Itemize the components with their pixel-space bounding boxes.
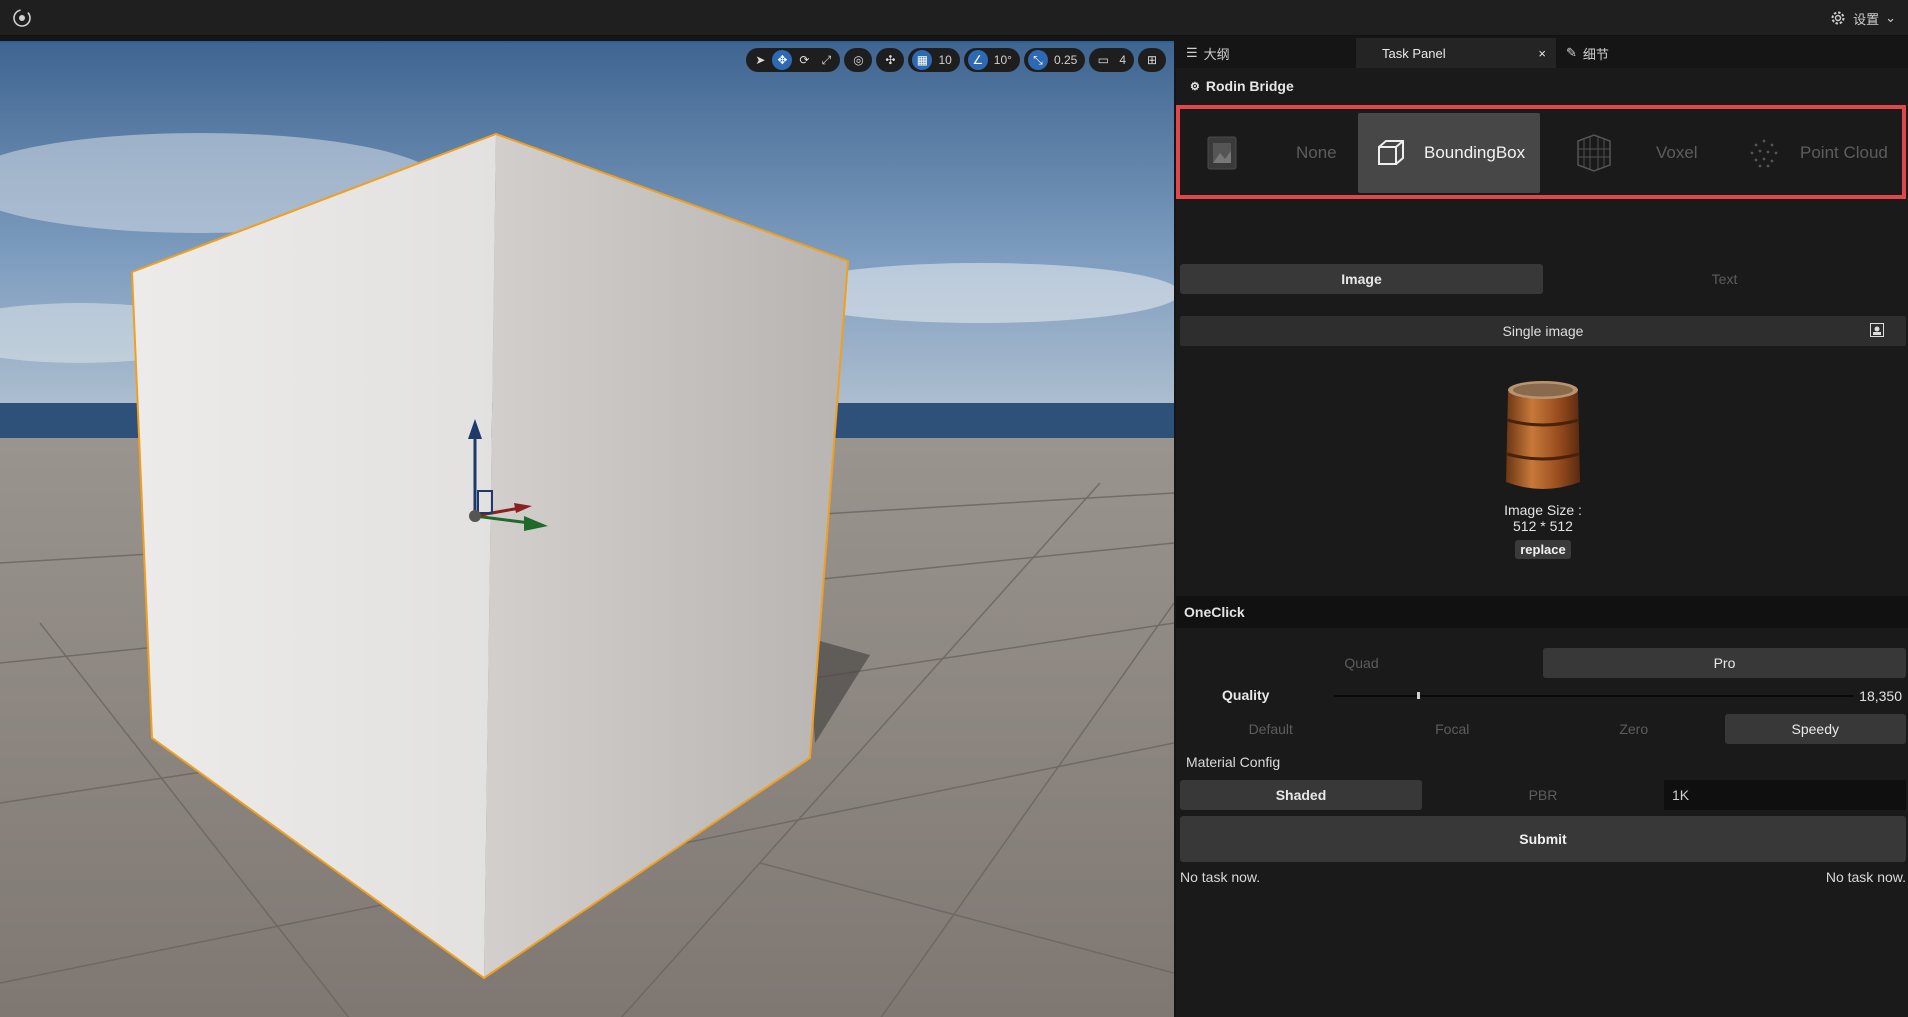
point-cloud-icon [1750, 139, 1778, 168]
mode-voxel-label: Voxel [1656, 143, 1698, 162]
mode-point-cloud-label: Point Cloud [1800, 143, 1888, 162]
settings-label: 设置 [1853, 11, 1880, 27]
image-size-info: Image Size : 512 * 512 [1446, 502, 1640, 534]
tab-task-panel-label: Task Panel [1382, 45, 1446, 61]
preset-speedy-button[interactable]: Speedy [1724, 714, 1906, 744]
grid-snap-group[interactable]: ▦ 10 [908, 48, 960, 72]
tab-details-label: 细节 [1582, 46, 1609, 62]
tab-outliner-label: 大纲 [1203, 46, 1230, 62]
pbr-button[interactable]: PBR [1422, 780, 1664, 810]
quality-label: Quality [1222, 687, 1270, 703]
quad-button[interactable]: Quad [1180, 648, 1543, 678]
tier-toggle: Quad Pro [1180, 648, 1906, 678]
submit-button[interactable]: Submit [1180, 816, 1906, 862]
oneclick-section-header[interactable]: OneClick [1176, 596, 1908, 628]
task-status-left: No task now. [1180, 869, 1261, 885]
input-type-toggle: Image Text [1180, 264, 1906, 294]
right-panel: ☰ 大纲 Task Panel × ✎ 细节 ⚙ Rodin Bridge No… [1176, 38, 1908, 1017]
settings-button[interactable]: 设置 ⌄ [1829, 8, 1896, 28]
preset-focal-button[interactable]: Focal [1362, 714, 1544, 744]
pro-button[interactable]: Pro [1543, 648, 1906, 678]
surface-snap-icon[interactable]: ✣ [880, 50, 900, 70]
mode-voxel[interactable]: Voxel [1574, 113, 1744, 193]
close-icon[interactable]: × [1538, 46, 1546, 61]
task-status-right: No task now. [1825, 869, 1906, 885]
text-toggle-button[interactable]: Text [1543, 264, 1906, 294]
viewport-scene[interactable] [0, 43, 1174, 1017]
generation-mode-selector: None BoundingBox Voxel Point Cloud [1176, 105, 1906, 199]
image-size-value: 512 * 512 [1513, 518, 1573, 534]
mode-none-label: None [1296, 143, 1337, 162]
panel-tab-bar: ☰ 大纲 Task Panel × ✎ 细节 [1176, 38, 1908, 68]
chevron-down-icon: ⌄ [1885, 10, 1896, 25]
image-upload-icon[interactable] [1870, 323, 1884, 337]
rodin-logo-icon: ⚙ [1190, 80, 1200, 93]
single-image-dropdown[interactable]: Single image [1180, 316, 1906, 346]
unreal-logo-icon[interactable] [12, 8, 32, 28]
cube-outline-icon [1378, 140, 1404, 165]
outliner-icon: ☰ [1186, 45, 1198, 60]
angle-snap-value[interactable]: 10° [990, 53, 1016, 67]
surface-snap-group: ✣ [876, 48, 905, 72]
world-space-icon[interactable]: ◎ [848, 50, 868, 70]
image-icon [1207, 136, 1237, 170]
voxel-grid-icon [1577, 134, 1611, 172]
oneclick-label: OneClick [1184, 604, 1245, 620]
preset-toggle: Default Focal Zero Speedy [1180, 714, 1906, 744]
reference-image-thumbnail [1506, 381, 1580, 489]
preset-default-button[interactable]: Default [1180, 714, 1362, 744]
angle-snap-icon[interactable]: ∠ [967, 50, 988, 70]
mode-boundingbox[interactable]: BoundingBox [1358, 113, 1540, 193]
layout-group: ⊞ [1138, 48, 1166, 72]
replace-button[interactable]: replace [1515, 540, 1571, 559]
camera-icon[interactable]: ▭ [1093, 50, 1113, 70]
image-toggle-button[interactable]: Image [1180, 264, 1543, 294]
top-bar: 设置 ⌄ [0, 0, 1908, 36]
quality-value[interactable]: 18,350 [1859, 688, 1902, 704]
panel-title-text: Rodin Bridge [1205, 78, 1294, 94]
mode-none[interactable]: None [1206, 113, 1352, 193]
scale-snap-value[interactable]: 0.25 [1050, 53, 1081, 67]
tab-outliner[interactable]: ☰ 大纲 [1176, 38, 1356, 68]
grid-snap-icon[interactable]: ▦ [912, 50, 933, 70]
tab-details[interactable]: ✎ 细节 [1556, 38, 1619, 68]
viewport-toolbar: ➤ ✥ ⟳ ⤢ ◎ ✣ ▦ 10 ∠ 10° ⤡ 0.25 ▭ 4 ⊞ [746, 47, 1166, 73]
image-size-label: Image Size : [1504, 502, 1582, 518]
viewport-layout-icon[interactable]: ⊞ [1142, 50, 1162, 70]
scale-snap-group[interactable]: ⤡ 0.25 [1023, 48, 1086, 72]
camera-speed-group[interactable]: ▭ 4 [1089, 48, 1134, 72]
quality-slider-thumb[interactable] [1417, 692, 1420, 699]
coordinate-space-group: ◎ [844, 48, 873, 72]
select-mode-icon[interactable]: ➤ [750, 50, 770, 70]
rotate-mode-icon[interactable]: ⟳ [794, 50, 814, 70]
gear-icon [1831, 11, 1845, 25]
grid-snap-value[interactable]: 10 [934, 53, 955, 67]
panel-title: ⚙ Rodin Bridge [1190, 78, 1294, 94]
material-config-label: Material Config [1186, 754, 1281, 770]
transform-mode-group: ➤ ✥ ⟳ ⤢ [746, 48, 841, 72]
pencil-icon: ✎ [1566, 45, 1577, 60]
scale-mode-icon[interactable]: ⤢ [816, 50, 836, 70]
mode-boundingbox-label: BoundingBox [1424, 143, 1526, 162]
angle-snap-group[interactable]: ∠ 10° [963, 48, 1020, 72]
preset-zero-button[interactable]: Zero [1543, 714, 1725, 744]
tab-task-panel[interactable]: Task Panel × [1356, 38, 1556, 68]
scale-snap-icon[interactable]: ⤡ [1027, 50, 1048, 70]
quality-slider[interactable] [1334, 695, 1854, 697]
move-mode-icon[interactable]: ✥ [772, 50, 793, 70]
camera-speed-value[interactable]: 4 [1115, 53, 1130, 67]
material-toggle: Shaded PBR [1180, 780, 1664, 810]
resolution-select[interactable]: 1K [1664, 780, 1906, 810]
mode-point-cloud[interactable]: Point Cloud [1746, 113, 1906, 193]
shaded-button[interactable]: Shaded [1180, 780, 1422, 810]
level-viewport[interactable]: ➤ ✥ ⟳ ⤢ ◎ ✣ ▦ 10 ∠ 10° ⤡ 0.25 ▭ 4 ⊞ [0, 41, 1174, 1017]
